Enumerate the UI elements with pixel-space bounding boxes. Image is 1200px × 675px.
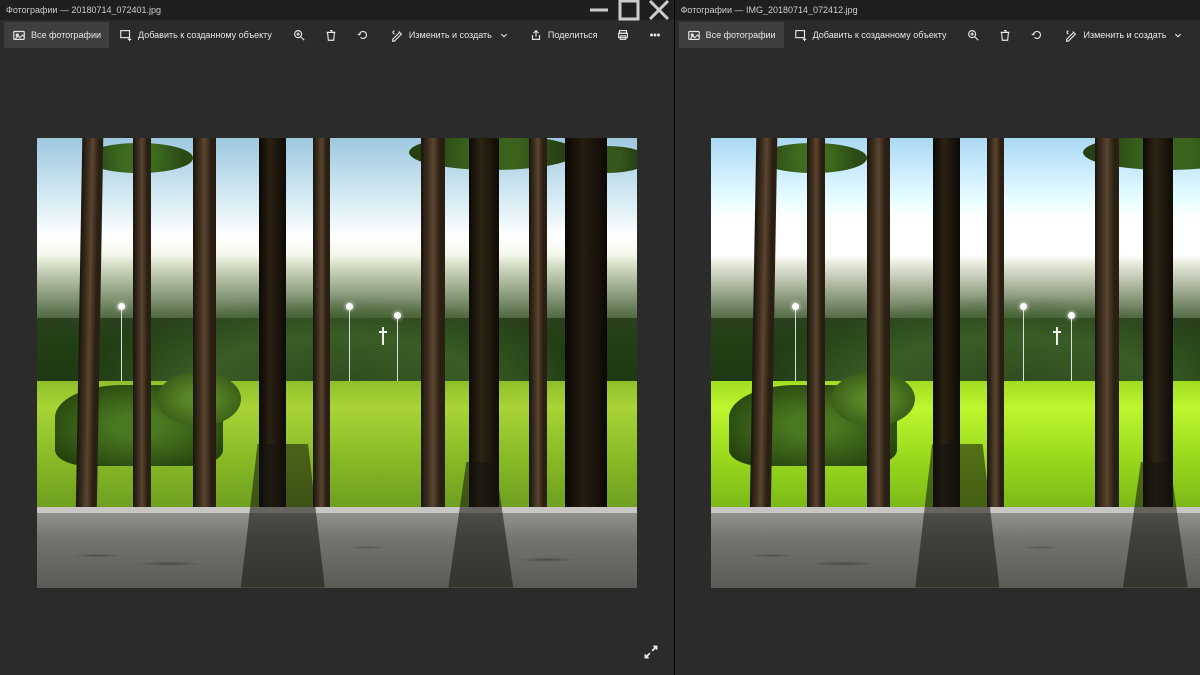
chevron-down-icon — [1171, 28, 1185, 42]
rotate-icon — [356, 28, 370, 42]
all-photos-label: Все фотографии — [706, 30, 776, 40]
edit-icon — [390, 28, 404, 42]
trash-icon — [998, 28, 1012, 42]
share-button[interactable]: Поделиться — [521, 22, 606, 48]
add-to-creation-label: Добавить к созданному объекту — [138, 30, 272, 40]
edit-create-label: Изменить и создать — [1083, 30, 1166, 40]
photos-app-window-left: Фотографии — 20180714_072401.jpg Все фот… — [0, 0, 675, 675]
rotate-button[interactable] — [348, 22, 378, 48]
share-icon — [529, 28, 543, 42]
add-to-creation-button[interactable]: Добавить к созданному объекту — [786, 22, 955, 48]
window-controls — [584, 0, 674, 20]
share-button[interactable]: Поделиться — [1195, 22, 1200, 48]
edit-create-label: Изменить и создать — [409, 30, 492, 40]
zoom-icon — [966, 28, 980, 42]
add-to-icon — [794, 28, 808, 42]
edit-create-button[interactable]: Изменить и создать — [1056, 22, 1193, 48]
add-to-creation-button[interactable]: Добавить к созданному объекту — [111, 22, 280, 48]
toolbar: Все фотографии Добавить к созданному объ… — [675, 20, 1200, 50]
print-button[interactable] — [608, 22, 638, 48]
zoom-icon — [292, 28, 306, 42]
fullscreen-button[interactable] — [642, 643, 660, 661]
print-icon — [616, 28, 630, 42]
titlebar[interactable]: Фотографии — 20180714_072401.jpg — [0, 0, 674, 20]
edit-icon — [1064, 28, 1078, 42]
zoom-button[interactable] — [284, 22, 314, 48]
more-button[interactable] — [640, 22, 670, 48]
photo-canvas[interactable] — [675, 50, 1200, 675]
add-to-icon — [119, 28, 133, 42]
minimize-button[interactable] — [584, 0, 614, 20]
add-to-creation-label: Добавить к созданному объекту — [813, 30, 947, 40]
all-photos-button[interactable]: Все фотографии — [679, 22, 784, 48]
photos-app-window-right: Фотографии — IMG_20180714_072412.jpg Все… — [675, 0, 1200, 675]
rotate-icon — [1030, 28, 1044, 42]
zoom-button[interactable] — [958, 22, 988, 48]
photo-content — [711, 138, 1200, 588]
window-title: Фотографии — IMG_20180714_072412.jpg — [681, 5, 1200, 15]
titlebar[interactable]: Фотографии — IMG_20180714_072412.jpg — [675, 0, 1200, 20]
all-photos-label: Все фотографии — [31, 30, 101, 40]
chevron-down-icon — [497, 28, 511, 42]
delete-button[interactable] — [990, 22, 1020, 48]
more-icon — [648, 28, 662, 42]
toolbar: Все фотографии Добавить к созданному объ… — [0, 20, 674, 50]
delete-button[interactable] — [316, 22, 346, 48]
all-photos-button[interactable]: Все фотографии — [4, 22, 109, 48]
collection-icon — [687, 28, 701, 42]
trash-icon — [324, 28, 338, 42]
window-title: Фотографии — 20180714_072401.jpg — [6, 5, 668, 15]
share-label: Поделиться — [548, 30, 598, 40]
close-button[interactable] — [644, 0, 674, 20]
rotate-button[interactable] — [1022, 22, 1052, 48]
photo-content — [37, 138, 637, 588]
collection-icon — [12, 28, 26, 42]
photo-canvas[interactable] — [0, 50, 674, 675]
edit-create-button[interactable]: Изменить и создать — [382, 22, 519, 48]
maximize-button[interactable] — [614, 0, 644, 20]
